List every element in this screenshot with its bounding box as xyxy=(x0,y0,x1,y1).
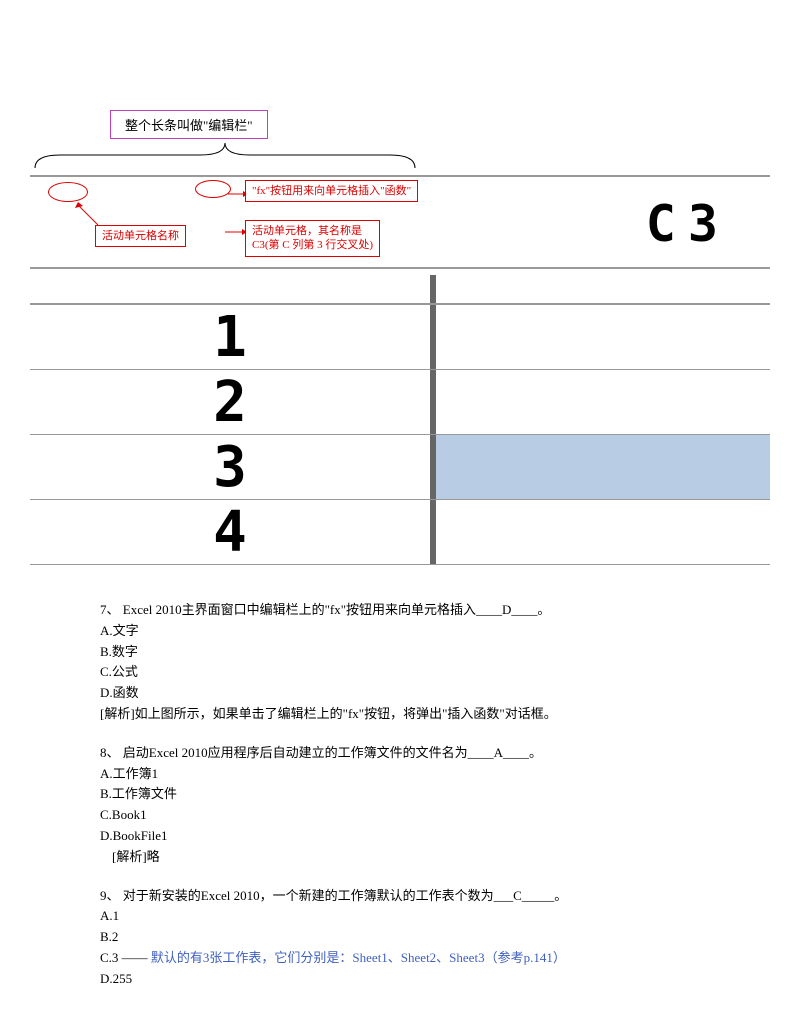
q9-stem: 9、 对于新安装的Excel 2010，一个新建的工作簿默认的工作表个数为___… xyxy=(100,888,567,903)
q7-stem: 7、 Excel 2010主界面窗口中编辑栏上的"fx"按钮用来向单元格插入__… xyxy=(100,602,550,617)
active-cell-note: 活动单元格，其名称是 C3(第 C 列第 3 行交叉处) xyxy=(245,220,380,257)
row-4: 4 xyxy=(30,500,770,565)
row-3-selected: 3 xyxy=(30,435,770,500)
row-2: 2 xyxy=(30,370,770,435)
q9-opt-d: D.255 xyxy=(100,969,740,990)
q8-opt-b: B.工作簿文件 xyxy=(100,784,740,805)
name-box-circle xyxy=(48,182,88,202)
q8-opt-d: D.BookFile1 xyxy=(100,826,740,847)
q7-opt-d: D.函数 xyxy=(100,683,740,704)
fx-circle xyxy=(195,180,231,198)
q8-opt-c: C.Book1 xyxy=(100,805,740,826)
question-9: 9、 对于新安装的Excel 2010，一个新建的工作簿默认的工作表个数为___… xyxy=(100,886,740,990)
cell-reference-display: C3 xyxy=(646,195,730,253)
q9-opt-c: C.3 —— 默认的有3张工作表，它们分别是：Sheet1、Sheet2、She… xyxy=(100,948,740,969)
q8-opt-a: A.工作簿1 xyxy=(100,764,740,785)
brace-icon xyxy=(30,140,420,170)
q7-opt-a: A.文字 xyxy=(100,621,740,642)
q9-opt-a: A.1 xyxy=(100,906,740,927)
fx-note: "fx"按钮用来向单元格插入"函数" xyxy=(245,180,418,202)
row-header-1: 1 xyxy=(30,305,436,369)
row-header-3: 3 xyxy=(30,435,436,499)
row-header-2: 2 xyxy=(30,370,436,434)
formula-bar-title-box: 整个长条叫做"编辑栏" xyxy=(110,110,268,139)
question-text-body: 7、 Excel 2010主界面窗口中编辑栏上的"fx"按钮用来向单元格插入__… xyxy=(30,600,770,990)
question-8: 8、 启动Excel 2010应用程序后自动建立的工作簿文件的文件名为____A… xyxy=(100,743,740,868)
column-header-row xyxy=(30,275,770,305)
arrow-icon xyxy=(220,225,245,243)
row-header-4: 4 xyxy=(30,500,436,564)
spreadsheet-grid: 1 2 3 4 xyxy=(30,275,770,565)
q8-explanation: [解析]略 xyxy=(100,847,740,868)
formula-bar-title: 整个长条叫做"编辑栏" xyxy=(125,118,253,133)
question-7: 7、 Excel 2010主界面窗口中编辑栏上的"fx"按钮用来向单元格插入__… xyxy=(100,600,740,725)
q8-stem: 8、 启动Excel 2010应用程序后自动建立的工作簿文件的文件名为____A… xyxy=(100,745,542,760)
q9-opt-b: B.2 xyxy=(100,927,740,948)
name-box-note: 活动单元格名称 xyxy=(95,225,186,247)
row-1: 1 xyxy=(30,305,770,370)
q9-opt-c-note: 默认的有3张工作表，它们分别是：Sheet1、Sheet2、Sheet3（参考p… xyxy=(151,950,566,965)
q7-explanation: [解析]如上图所示，如果单击了编辑栏上的"fx"按钮，将弹出"插入函数"对话框。 xyxy=(100,704,740,725)
formula-bar-diagram: 整个长条叫做"编辑栏" "fx"按钮用来向单元格插入"函数" 活动单元格名称 活… xyxy=(30,100,770,580)
q7-opt-c: C.公式 xyxy=(100,662,740,683)
q7-opt-b: B.数字 xyxy=(100,642,740,663)
